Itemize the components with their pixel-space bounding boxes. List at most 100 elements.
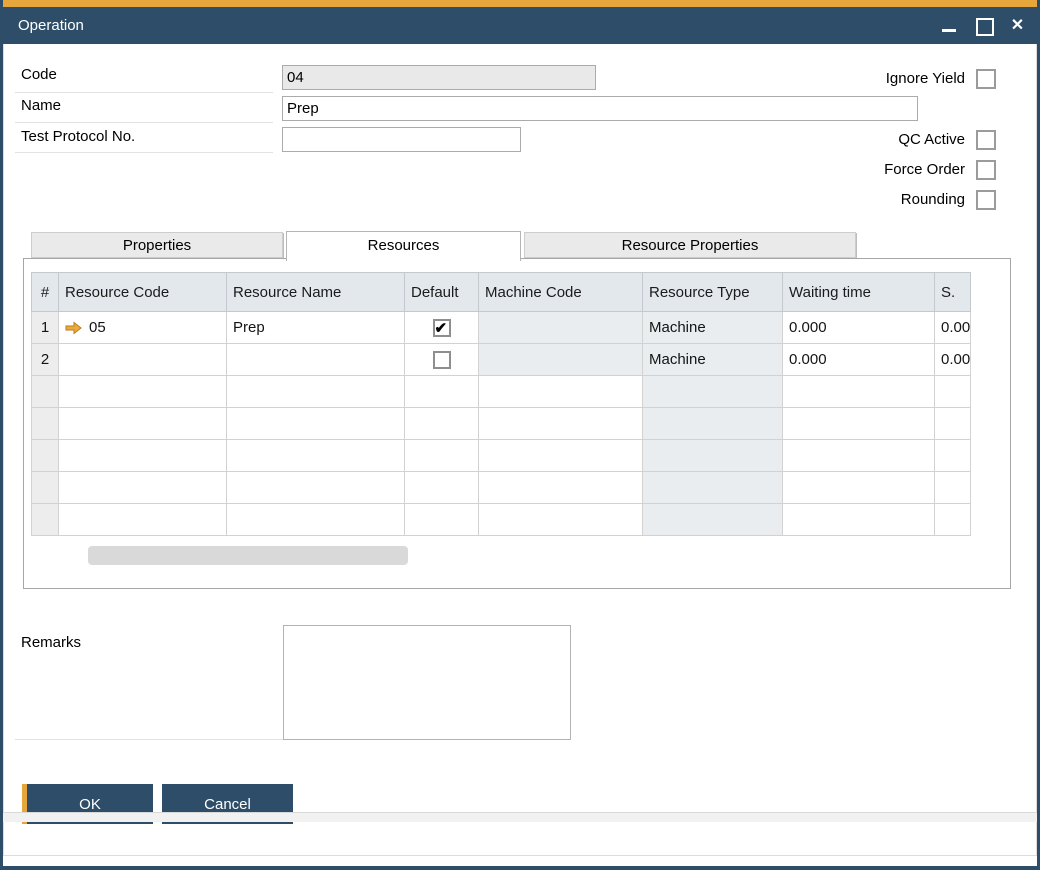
- rounding-label: Rounding: [901, 191, 965, 208]
- col-header-resource-name: Resource Name: [227, 273, 405, 312]
- cell-resource-name[interactable]: [227, 472, 405, 504]
- test-protocol-field[interactable]: [282, 127, 521, 152]
- cell-s[interactable]: 0.00: [935, 312, 971, 344]
- table-row: 2 Machine 0.000 0.00: [32, 344, 971, 376]
- cell-default: [405, 440, 479, 472]
- ignore-yield-checkbox[interactable]: [976, 69, 996, 89]
- table-row: [32, 408, 971, 440]
- cell-s: [935, 504, 971, 536]
- cell-resource-code[interactable]: 05: [59, 312, 227, 344]
- window-controls: ✕: [941, 7, 1026, 44]
- titlebar[interactable]: Operation ✕: [0, 7, 1040, 44]
- cell-resource-type: [643, 440, 783, 472]
- resources-panel: # Resource Code Resource Name Default Ma…: [23, 258, 1011, 589]
- row-number: [32, 408, 59, 440]
- cell-s: [935, 376, 971, 408]
- operation-dialog: Operation ✕ Code Name Test Protocol No. …: [0, 0, 1040, 870]
- row-number: [32, 472, 59, 504]
- col-header-default: Default: [405, 273, 479, 312]
- name-field[interactable]: [282, 96, 918, 121]
- cell-machine-code: [479, 440, 643, 472]
- cell-resource-name[interactable]: [227, 344, 405, 376]
- force-order-label: Force Order: [884, 161, 965, 178]
- cell-resource-code[interactable]: [59, 504, 227, 536]
- resources-table: # Resource Code Resource Name Default Ma…: [31, 272, 971, 536]
- close-icon[interactable]: ✕: [1009, 17, 1026, 34]
- test-protocol-label: Test Protocol No.: [15, 128, 273, 153]
- qc-active-row: QC Active: [898, 129, 996, 150]
- cell-waiting-time: [783, 408, 935, 440]
- col-header-resource-code: Resource Code: [59, 273, 227, 312]
- cell-resource-type: [643, 408, 783, 440]
- name-label: Name: [15, 97, 273, 123]
- cell-waiting-time: [783, 504, 935, 536]
- table-row: [32, 504, 971, 536]
- col-header-waiting-time: Waiting time: [783, 273, 935, 312]
- default-checkbox[interactable]: [433, 319, 451, 337]
- window-bottom-border: [0, 866, 1040, 870]
- col-header-resource-type: Resource Type: [643, 273, 783, 312]
- minimize-icon[interactable]: [941, 17, 958, 34]
- table-header-row: # Resource Code Resource Name Default Ma…: [32, 273, 971, 312]
- cell-default: [405, 408, 479, 440]
- cell-s: [935, 408, 971, 440]
- remarks-field[interactable]: [283, 625, 571, 740]
- remarks-label: Remarks: [15, 630, 283, 740]
- code-label: Code: [15, 66, 273, 93]
- cell-resource-code[interactable]: [59, 472, 227, 504]
- cell-machine-code: [479, 408, 643, 440]
- tab-resource-properties[interactable]: Resource Properties: [524, 232, 856, 258]
- cell-waiting-time[interactable]: 0.000: [783, 312, 935, 344]
- horizontal-scrollbar-thumb[interactable]: [88, 546, 408, 565]
- cell-resource-type: [643, 504, 783, 536]
- cell-waiting-time[interactable]: 0.000: [783, 344, 935, 376]
- default-checkbox[interactable]: [433, 351, 451, 369]
- cell-s[interactable]: 0.00: [935, 344, 971, 376]
- window-title: Operation: [18, 7, 84, 44]
- cell-s: [935, 472, 971, 504]
- cell-default: [405, 376, 479, 408]
- qc-active-label: QC Active: [898, 131, 965, 148]
- cell-waiting-time: [783, 440, 935, 472]
- link-arrow-icon[interactable]: [65, 321, 82, 335]
- ignore-yield-label: Ignore Yield: [886, 70, 965, 87]
- table-row: [32, 376, 971, 408]
- cell-resource-code[interactable]: [59, 408, 227, 440]
- cell-resource-name[interactable]: [227, 504, 405, 536]
- cell-resource-name[interactable]: [227, 376, 405, 408]
- cell-machine-code: [479, 504, 643, 536]
- table-row: [32, 440, 971, 472]
- table-row: 1 05 Prep Machine: [32, 312, 971, 344]
- cell-resource-type: [643, 376, 783, 408]
- tab-properties[interactable]: Properties: [31, 232, 283, 258]
- cell-machine-code: [479, 472, 643, 504]
- cell-machine-code: [479, 312, 643, 344]
- col-header-s: S.: [935, 273, 971, 312]
- cell-resource-name[interactable]: [227, 408, 405, 440]
- force-order-checkbox[interactable]: [976, 160, 996, 180]
- cell-machine-code: [479, 344, 643, 376]
- ignore-yield-row: Ignore Yield: [886, 68, 996, 89]
- maximize-icon[interactable]: [975, 17, 992, 34]
- cell-default: [405, 312, 479, 344]
- cell-resource-type[interactable]: Machine: [643, 312, 783, 344]
- cell-resource-code[interactable]: [59, 440, 227, 472]
- qc-active-checkbox[interactable]: [976, 130, 996, 150]
- row-number: [32, 440, 59, 472]
- cell-resource-name[interactable]: Prep: [227, 312, 405, 344]
- cell-machine-code: [479, 376, 643, 408]
- table-row: [32, 472, 971, 504]
- cell-resource-code[interactable]: [59, 344, 227, 376]
- cell-default: [405, 504, 479, 536]
- tab-resources[interactable]: Resources: [286, 231, 521, 261]
- cell-default: [405, 344, 479, 376]
- cell-resource-name[interactable]: [227, 440, 405, 472]
- row-number: 2: [32, 344, 59, 376]
- cell-resource-type[interactable]: Machine: [643, 344, 783, 376]
- col-header-machine-code: Machine Code: [479, 273, 643, 312]
- code-field[interactable]: [282, 65, 596, 90]
- cell-waiting-time: [783, 472, 935, 504]
- row-number: [32, 504, 59, 536]
- rounding-checkbox[interactable]: [976, 190, 996, 210]
- cell-resource-code[interactable]: [59, 376, 227, 408]
